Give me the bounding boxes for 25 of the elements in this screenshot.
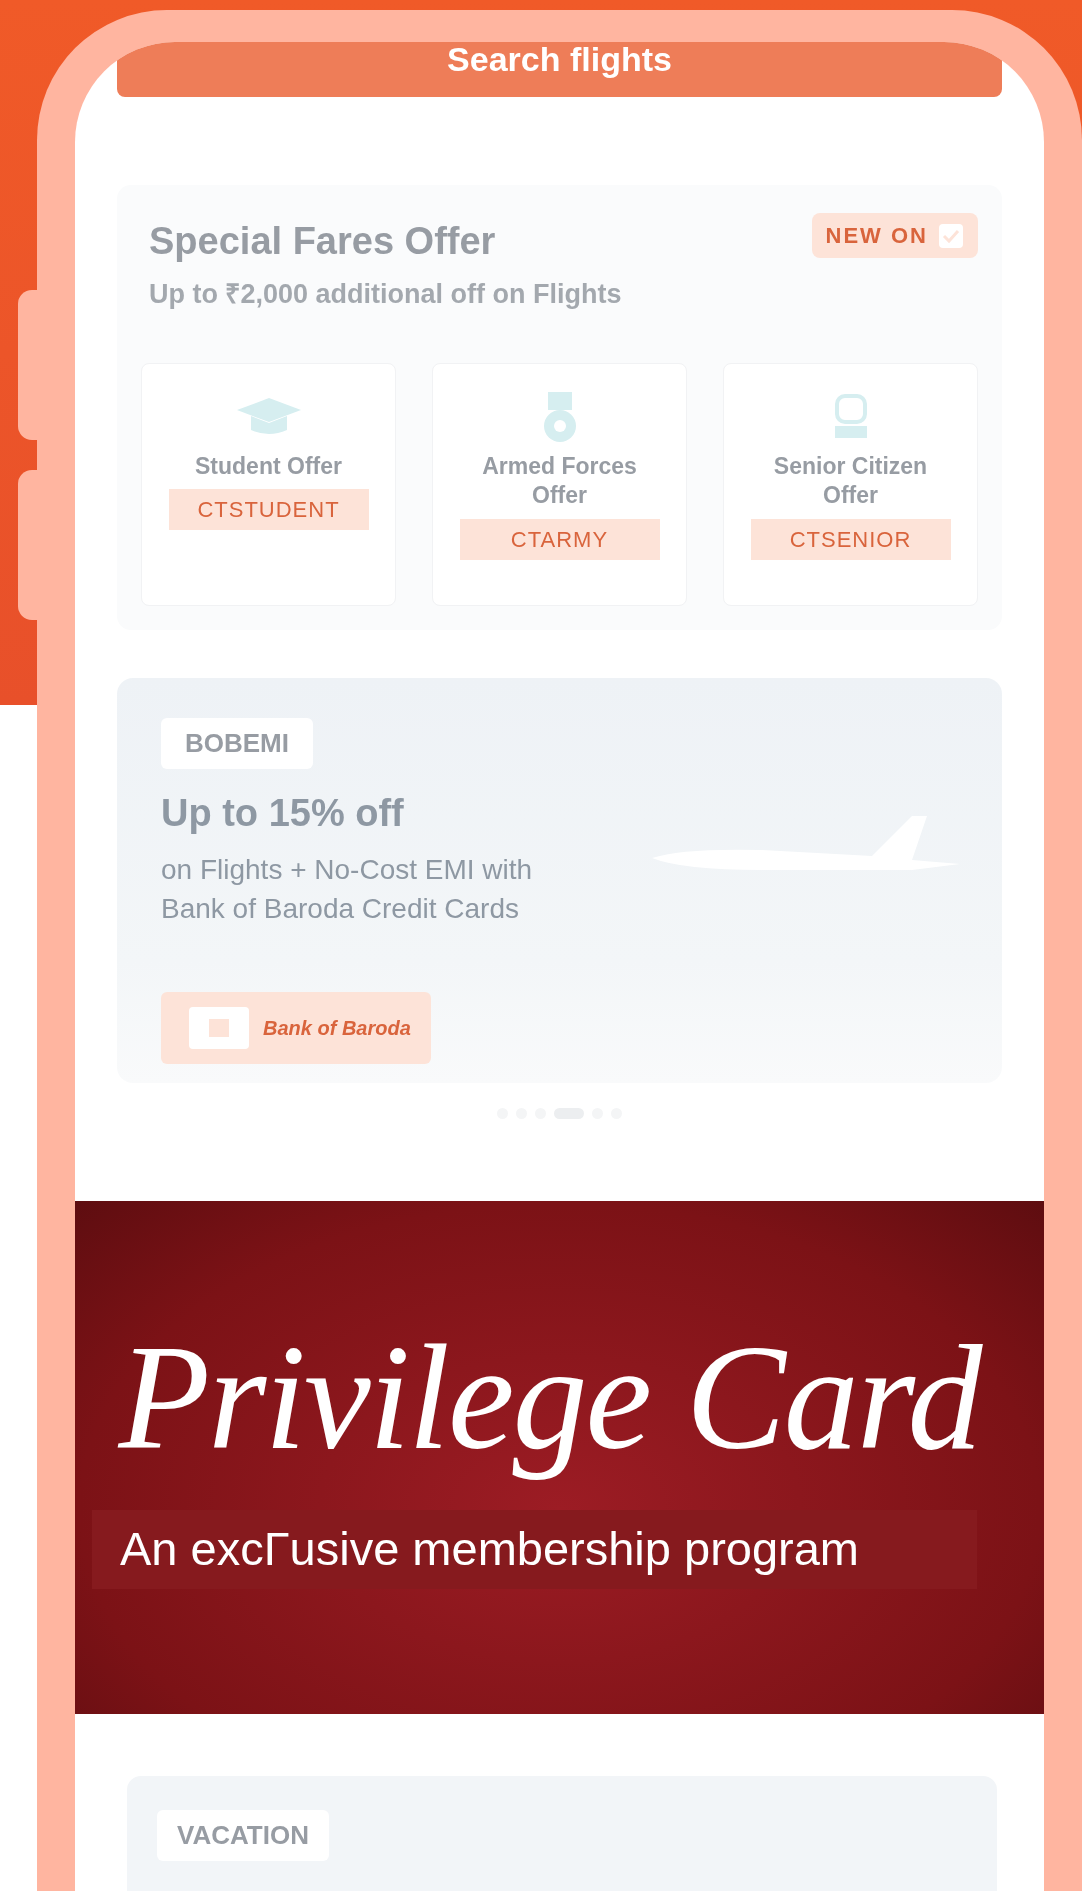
offer-label: Senior Citizen Offer [772, 451, 929, 511]
promo-text: on Flights + No-Cost EMI with Bank of Baroda Credit Cards [161, 852, 534, 926]
coupon-code: CTARMY [459, 519, 660, 561]
offer-label: Student Offer [194, 451, 343, 481]
check-icon [938, 222, 964, 249]
privilege-card-banner[interactable]: Privilege Card An excΓusive membership program [75, 1200, 1044, 1714]
promo-banner[interactable]: BOBEMI Up to 15% off on Flights + No-Cost EMI with Bank of Baroda Credit Cards Bank of Baroda [117, 677, 1002, 1083]
vacation-banner[interactable]: VACATION [127, 1775, 997, 1891]
special-fares-subtitle: Up to ₹2,000 additional off on Flights [149, 278, 622, 311]
offer-card[interactable]: Senior Citizen Offer CTSENIOR [723, 362, 978, 606]
special-fares-title: Special Fares Offer [149, 219, 497, 264]
offer-card[interactable]: Student Offer CTSTUDENT [141, 362, 396, 606]
badge-label: NEW ON [825, 222, 928, 250]
coupon-code: BOBEMI [161, 717, 313, 769]
promo-headline: Up to 15% off [161, 790, 405, 836]
search-flights-button[interactable]: Search flights [117, 42, 1002, 97]
bank-name: Bank of Baroda [263, 1015, 411, 1041]
offer-label: Armed Forces Offer [481, 451, 638, 511]
privilege-card-caption: An excΓusive membership program [92, 1510, 977, 1589]
coupon-code: CTSENIOR [750, 519, 951, 561]
bank-logo-icon [189, 1006, 249, 1049]
privilege-card-title: Privilege Card [117, 1312, 984, 1482]
offer-card[interactable]: Armed Forces Offer CTARMY [432, 362, 687, 606]
coupon-code: VACATION [157, 1809, 329, 1861]
coupon-code: CTSTUDENT [168, 489, 369, 531]
